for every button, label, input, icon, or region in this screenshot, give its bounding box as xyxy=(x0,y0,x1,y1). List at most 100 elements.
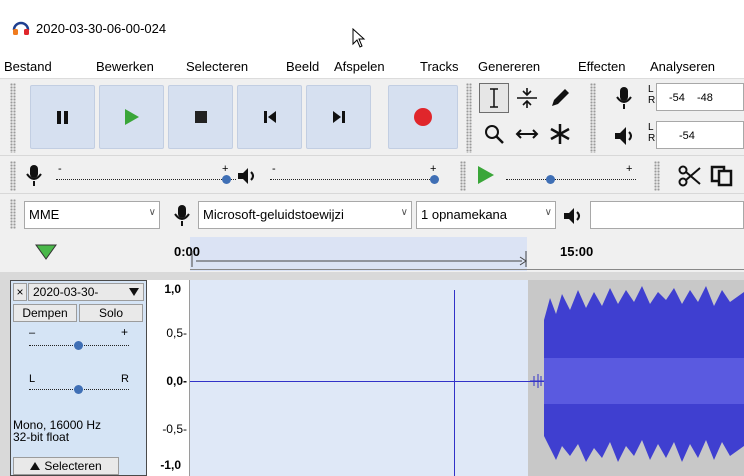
play-at-speed-icon[interactable] xyxy=(476,165,496,185)
recording-device-value: Microsoft-geluidstoewijzi xyxy=(203,207,344,222)
menu-effecten[interactable]: Effecten xyxy=(578,59,625,74)
waveform-view[interactable] xyxy=(190,280,744,476)
microphone-icon xyxy=(616,87,632,109)
pan-knob[interactable] xyxy=(74,385,83,394)
menu-bewerken[interactable]: Bewerken xyxy=(96,59,154,74)
pencil-icon xyxy=(552,89,569,106)
pan-l-label: L xyxy=(29,373,36,385)
play-meter-r-label: R xyxy=(648,133,656,144)
toolbar-grip[interactable] xyxy=(466,83,472,153)
ruler-baseline xyxy=(190,269,744,270)
menu-genereren[interactable]: Genereren xyxy=(478,59,540,74)
menu-tracks[interactable]: Tracks xyxy=(420,59,459,74)
toolbar-grip[interactable] xyxy=(10,161,16,191)
scale-label-zero: 0,0- xyxy=(166,374,187,388)
draw-tool-button[interactable] xyxy=(545,83,575,113)
triangle-down-icon xyxy=(129,288,139,296)
solo-label: Solo xyxy=(98,306,124,320)
play-meter[interactable]: -54 xyxy=(656,121,744,149)
meter-l-label: L xyxy=(648,84,654,95)
chevron-down-icon: ∨ xyxy=(400,207,408,218)
multi-tool-button[interactable] xyxy=(545,119,575,149)
toolbar-grip[interactable] xyxy=(590,83,596,153)
pause-icon xyxy=(56,111,68,124)
zoom-tool-button[interactable] xyxy=(479,119,509,149)
play-meter-db1: -54 xyxy=(679,130,695,142)
audio-host-select[interactable]: MME ∨ xyxy=(24,201,160,229)
gain-knob[interactable] xyxy=(74,341,83,350)
track-area: × 2020-03-30- Dempen Solo – + L R Mono, … xyxy=(0,272,744,476)
menu-bestand[interactable]: Bestand xyxy=(4,59,52,74)
menu-analyseren[interactable]: Analyseren xyxy=(650,59,715,74)
stop-button[interactable] xyxy=(168,85,233,149)
timeline-ruler[interactable]: 0:00 15:00 xyxy=(0,235,744,271)
toolbar-grip[interactable] xyxy=(460,161,466,191)
mute-button[interactable]: Dempen xyxy=(13,304,77,322)
playback-device-select[interactable] xyxy=(590,201,744,229)
record-button[interactable] xyxy=(388,85,458,149)
toolbar-divider xyxy=(0,155,744,156)
microphone-icon xyxy=(174,205,190,226)
recording-channels-select[interactable]: 1 opnamekana ∨ xyxy=(416,201,556,229)
mouse-cursor-icon xyxy=(352,28,366,48)
play-meter-button[interactable] xyxy=(612,123,636,149)
scale-label-top: 1,0 xyxy=(164,282,181,296)
record-meter-db2: -48 xyxy=(697,92,713,104)
triangle-up-icon xyxy=(30,462,41,470)
speaker-icon xyxy=(615,127,632,145)
audio-host-value: MME xyxy=(29,207,60,222)
selection-tool-button[interactable] xyxy=(479,83,509,113)
magnifier-icon xyxy=(485,125,504,144)
microphone-icon xyxy=(26,165,42,186)
record-meter[interactable]: -54 -48 xyxy=(656,83,744,111)
scissors-icon[interactable] xyxy=(678,165,702,187)
record-volume-knob[interactable] xyxy=(222,175,231,184)
double-arrow-icon xyxy=(515,129,539,139)
play-speed-knob[interactable] xyxy=(546,175,555,184)
pan-r-label: R xyxy=(121,373,129,385)
chevron-down-icon: ∨ xyxy=(148,207,156,218)
menu-beeld[interactable]: Beeld xyxy=(286,59,319,74)
play-head-icon[interactable] xyxy=(34,243,58,261)
play-meter-l-label: L xyxy=(648,122,654,133)
record-volume-slider[interactable] xyxy=(56,179,236,180)
track-select-label: Selecteren xyxy=(44,459,102,473)
play-icon xyxy=(124,109,139,125)
recording-channels-value: 1 opnamekana xyxy=(421,207,508,222)
skip-to-start-button[interactable] xyxy=(237,85,302,149)
pause-button[interactable] xyxy=(30,85,95,149)
skip-to-end-button[interactable] xyxy=(306,85,371,149)
menu-bar: Bestand Bewerken Selecteren Beeld Afspel… xyxy=(0,56,744,78)
record-meter-button[interactable] xyxy=(612,85,636,113)
toolbar-grip[interactable] xyxy=(10,83,16,153)
scale-label-neg-half: -0,5- xyxy=(162,422,187,436)
track-info-format: 32-bit float xyxy=(13,430,70,444)
close-icon: × xyxy=(16,285,24,299)
scale-label-bottom: -1,0 xyxy=(160,458,181,472)
waveform-audio xyxy=(530,286,744,462)
play-volume-slider[interactable] xyxy=(270,179,438,180)
track-close-button[interactable]: × xyxy=(13,283,27,301)
track-name: 2020-03-30- xyxy=(33,285,99,299)
menu-afspelen[interactable]: Afspelen xyxy=(334,59,385,74)
record-meter-db1: -54 xyxy=(669,92,685,104)
gain-minus: – xyxy=(29,327,36,339)
envelope-tool-button[interactable] xyxy=(512,83,542,113)
waveform-spike xyxy=(454,290,455,476)
speaker-icon xyxy=(238,168,254,184)
track-menu-button[interactable]: 2020-03-30- xyxy=(28,283,144,301)
play-button[interactable] xyxy=(99,85,164,149)
recording-device-select[interactable]: Microsoft-geluidstoewijzi ∨ xyxy=(198,201,412,229)
play-speed-slider[interactable] xyxy=(506,179,636,180)
track-select-button[interactable]: Selecteren xyxy=(13,457,119,475)
skip-start-icon xyxy=(263,111,276,123)
toolbar-area: L R -54 -48 L R -54 - + - + + MME ∨ Micr… xyxy=(0,78,744,272)
menu-selecteren[interactable]: Selecteren xyxy=(186,59,248,74)
envelope-icon xyxy=(517,88,537,108)
copy-icon[interactable] xyxy=(710,165,734,187)
play-volume-knob[interactable] xyxy=(430,175,439,184)
toolbar-grip[interactable] xyxy=(654,161,660,191)
solo-button[interactable]: Solo xyxy=(79,304,143,322)
track-control-panel[interactable]: × 2020-03-30- Dempen Solo – + L R Mono, … xyxy=(10,280,147,476)
timeshift-tool-button[interactable] xyxy=(512,119,542,149)
